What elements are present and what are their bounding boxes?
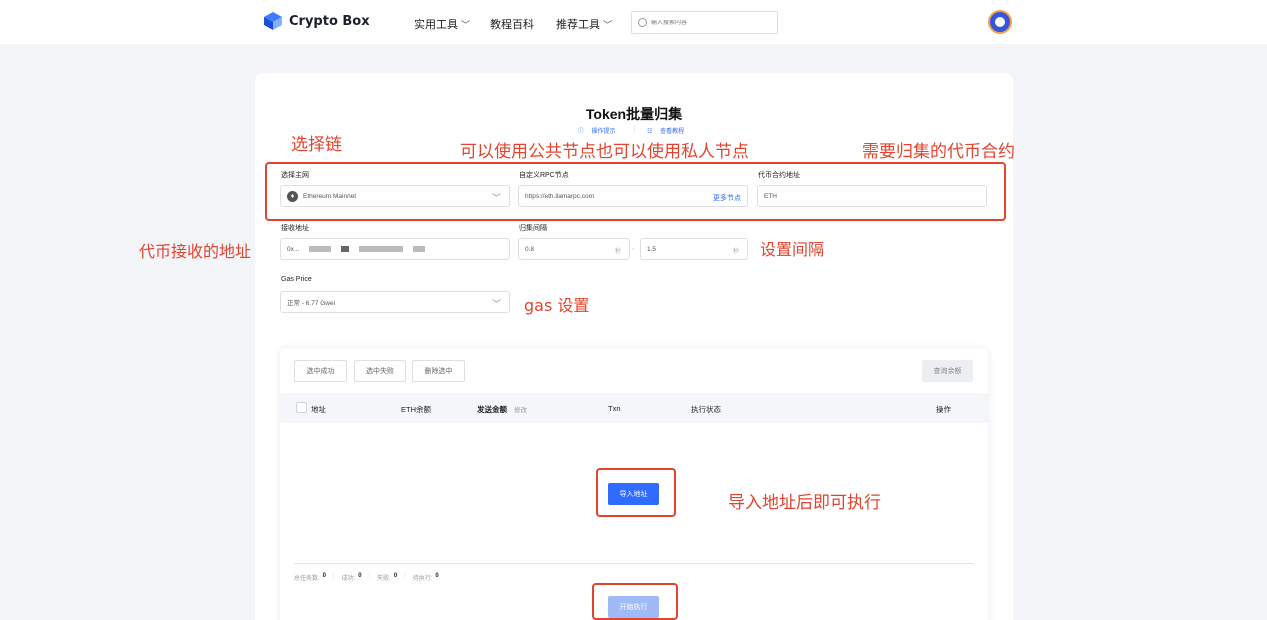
column-eth-balance: ETH余额 [401,405,431,414]
tutorial-link[interactable]: ☷ 查看教程 [647,126,690,135]
column-action: 操作 [936,405,951,414]
query-balance-button[interactable]: 查询余额 [922,360,973,382]
annotation-contract: 需要归集的代币合约 [862,142,1015,162]
avatar-face-icon [995,17,1005,27]
interval-max-input[interactable]: 1.5 秒 [640,238,748,260]
select-all-checkbox[interactable] [296,402,307,413]
search-input[interactable] [651,19,771,26]
masked-text [359,246,404,252]
nav-tutorials-label: 教程百科 [490,19,534,31]
page-sub-links: ⓘ 操作提示 | ☷ 查看教程 [255,126,1013,135]
total-label: 总任务数: [294,576,320,582]
interval-max-unit: 秒 [732,249,739,255]
brand-logo[interactable]: Crypto Box [263,11,370,31]
brand-name: Crypto Box [289,13,370,29]
chevron-down-icon: ﹀ [491,299,501,309]
annotation-select-chain: 选择链 [291,135,342,155]
nav-tutorials[interactable]: 教程百科 [490,16,534,32]
link-divider: | [633,126,636,132]
column-address: 地址 [311,405,326,414]
success-label: 成功: [341,576,356,582]
gas-price-value: 正常 - 6.77 Gwei [287,300,336,307]
tutorial-label: 查看教程 [660,129,685,135]
search-icon [638,18,647,27]
delete-selected-button[interactable]: 删除选中 [412,360,465,382]
annotation-gas: gas 设置 [524,296,590,315]
page-title: Token批量归集 [585,106,683,122]
annotation-highlight-box [265,162,1006,221]
failed-count: 0 [393,573,398,579]
nav-recommended-tools[interactable]: 推荐工具 ﹀ [556,16,612,32]
crypto-box-logo-icon [263,11,283,31]
operation-tips-link[interactable]: ⓘ 操作提示 [578,126,622,135]
masked-text [341,246,350,252]
stats-separator: | [368,573,371,579]
select-failed-button[interactable]: 选中失败 [354,360,406,382]
interval-min-input[interactable]: 0.8 秒 [518,238,630,260]
edit-amount-link[interactable]: 修改 [514,404,527,414]
divider [294,563,974,564]
pending-count: 0 [435,573,439,579]
gas-price-label: Gas Price [281,276,312,283]
nav-recommended-tools-label: 推荐工具 [556,19,600,31]
annotation-highlight-box [592,583,678,620]
interval-max-value: 1.5 [647,245,657,253]
chevron-down-icon: ﹀ [603,19,613,30]
select-success-button[interactable]: 选中成功 [294,360,347,382]
avatar[interactable] [988,10,1012,34]
interval-min-unit: 秒 [614,249,621,255]
receive-address-input[interactable]: 0x... [280,238,510,260]
column-send-amount: 发送金额 [477,405,507,414]
success-count: 0 [358,573,362,579]
annotation-highlight-box [596,468,676,517]
gas-price-select[interactable]: 正常 - 6.77 Gwei ﹀ [280,291,510,313]
column-txn: Txn [608,404,621,413]
annotation-rpc-node: 可以使用公共节点也可以使用私人节点 [460,142,749,162]
interval-min-value: 0.8 [525,245,535,253]
annotation-interval: 设置间隔 [760,240,825,259]
nav-utility-tools[interactable]: 实用工具 ﹀ [414,16,470,32]
masked-text [413,246,426,252]
nav-utility-tools-label: 实用工具 [414,19,458,31]
annotation-import: 导入地址后即可执行 [728,493,881,513]
annotation-receive-address: 代币接收的地址 [139,242,252,261]
receive-address-prefix: 0x... [287,245,300,253]
search-box[interactable] [631,11,778,34]
chevron-down-icon: ﹀ [461,19,471,30]
interval-separator: - [632,246,635,253]
total-count: 0 [322,573,327,579]
table-header: 地址 ETH余额 发送金额 修改 Txn 执行状态 操作 [280,393,988,423]
operation-tips-label: 操作提示 [591,129,616,135]
receive-address-label: 接收地址 [281,225,309,232]
stats-separator: | [333,573,335,579]
masked-text [309,246,332,252]
top-nav-bar: Crypto Box 实用工具 ﹀ 教程百科 推荐工具 ﹀ [0,0,1267,44]
column-status: 执行状态 [691,405,721,414]
failed-label: 失败: [377,576,391,582]
interval-label: 归集间隔 [519,225,547,232]
task-stats: 总任务数: 0 | 成功: 0 | 失败: 0 | 待执行: 0 [294,573,439,582]
pending-label: 待执行: [412,576,433,582]
stats-separator: | [404,573,406,579]
